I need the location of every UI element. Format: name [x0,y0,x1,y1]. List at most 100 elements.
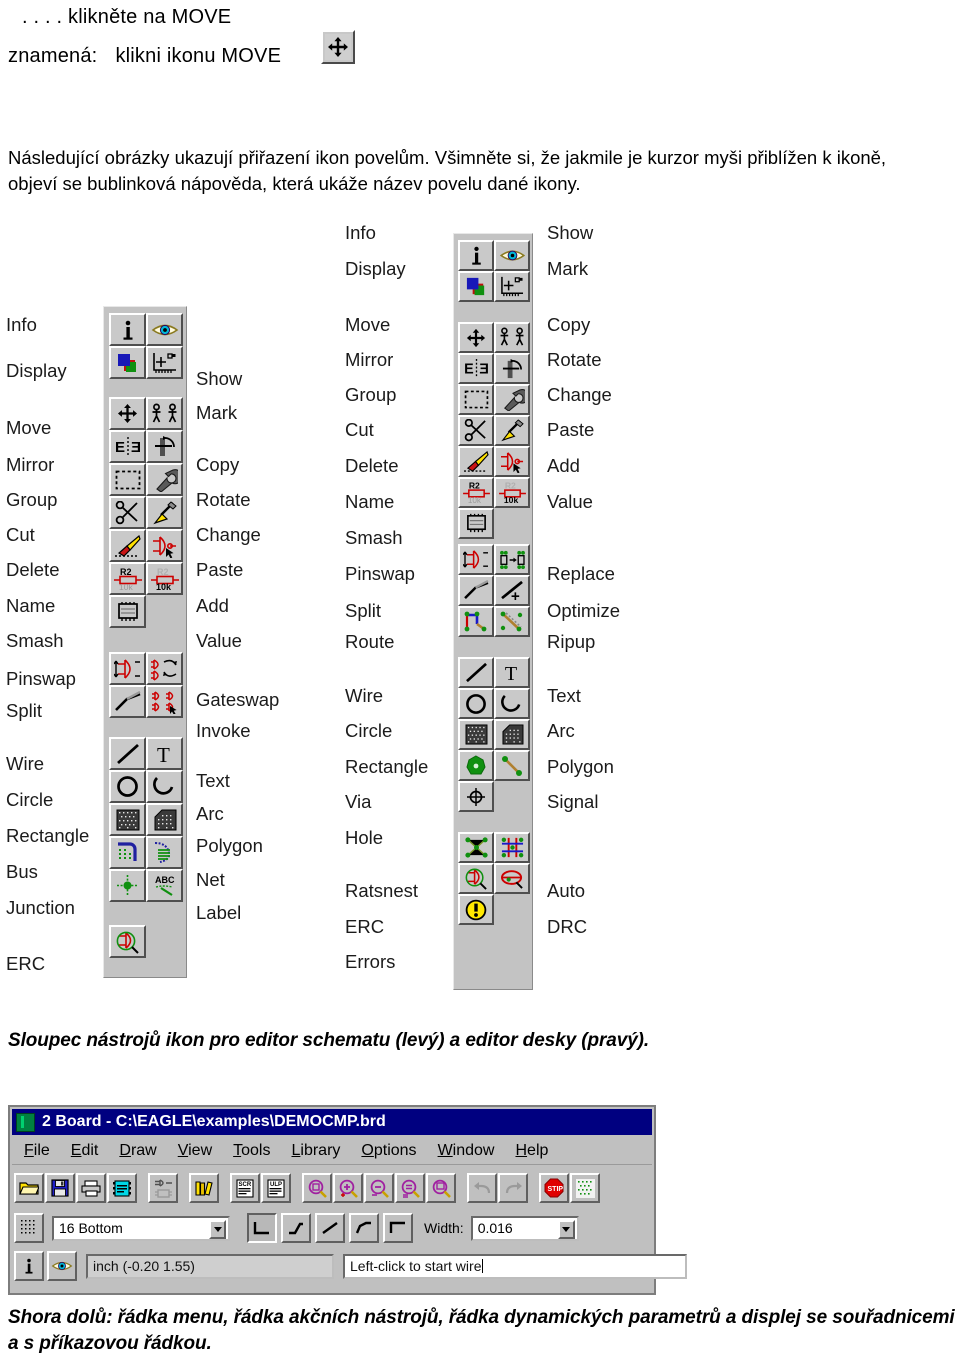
menu-edit[interactable]: Edit [71,1142,99,1160]
sch-junction-button[interactable] [109,869,146,902]
brd-info-button[interactable] [458,240,494,271]
brd-move-button[interactable] [458,322,494,353]
menu-help[interactable]: Help [515,1142,548,1160]
brd-wire-button[interactable] [458,657,494,688]
cam-processor-icon[interactable] [107,1173,137,1203]
ulp-icon[interactable]: ULP [261,1173,291,1203]
menu-file[interactable]: File [24,1142,50,1160]
brd-mark-button[interactable] [494,271,530,302]
sch-wire-button[interactable] [109,737,146,770]
sch-add-button[interactable] [146,529,183,562]
chevron-down-icon[interactable] [209,1219,226,1239]
redo-icon[interactable] [498,1173,528,1203]
undo-icon[interactable] [467,1173,497,1203]
brd-hole-button[interactable] [458,781,494,812]
brd-auto-button[interactable] [494,832,530,863]
brd-delete-button[interactable] [458,446,494,477]
brd-paste-button[interactable] [494,415,530,446]
print-icon[interactable] [76,1173,106,1203]
brd-optimize-button[interactable] [494,575,530,606]
sch-pinswap-button[interactable] [109,652,146,685]
grid-icon[interactable] [570,1173,600,1203]
script-scr-icon[interactable]: SCR [230,1173,260,1203]
sch-show-button[interactable] [146,313,183,346]
sch-polygon-button[interactable] [146,803,183,836]
bend-style-2-button[interactable] [315,1213,345,1243]
menu-tools[interactable]: Tools [233,1142,270,1160]
sch-value-button[interactable]: R2 10k [146,562,183,595]
brd-value-button[interactable]: R2 10k [494,477,530,508]
brd-replace-button[interactable] [494,544,530,575]
bend-style-3-button[interactable] [349,1213,379,1243]
brd-route-button[interactable] [458,606,494,637]
brd-copy-button[interactable] [494,322,530,353]
schematic-board-icon[interactable] [148,1173,178,1203]
brd-pinswap-button[interactable] [458,544,494,575]
sch-change-button[interactable] [146,463,183,496]
menu-draw[interactable]: Draw [119,1142,156,1160]
menu-library[interactable]: Library [291,1142,340,1160]
sch-info-button[interactable] [109,313,146,346]
open-folder-icon[interactable] [14,1173,44,1203]
sch-smash-button[interactable] [109,595,146,628]
command-line-input[interactable]: Left-click to start wire [343,1253,687,1279]
sch-mark-button[interactable] [146,346,183,379]
brd-errors-button[interactable] [458,894,494,925]
brd-cut-button[interactable] [458,415,494,446]
zoom-out-icon[interactable] [364,1173,394,1203]
brd-drc-button[interactable] [494,863,530,894]
stop-icon[interactable]: STIP [539,1173,569,1203]
sch-erc-button[interactable] [109,925,146,958]
menu-view[interactable]: View [178,1142,212,1160]
sch-text-button[interactable]: T [146,737,183,770]
brd-change-button[interactable] [494,384,530,415]
brd-arc-button[interactable] [494,688,530,719]
brd-circle-button[interactable] [458,688,494,719]
grid-settings-icon[interactable] [14,1213,44,1243]
library-icon[interactable] [189,1173,219,1203]
chevron-down-icon[interactable] [557,1219,575,1239]
sch-bus-button[interactable] [109,836,146,869]
sch-gateswap-button[interactable] [146,652,183,685]
brd-add-button[interactable] [494,446,530,477]
bend-style-1-button[interactable] [281,1213,311,1243]
zoom-in-icon[interactable] [333,1173,363,1203]
sch-rotate-button[interactable] [146,430,183,463]
brd-ripup-button[interactable] [494,606,530,637]
sch-delete-button[interactable] [109,529,146,562]
brd-mirror-button[interactable]: EE [458,353,494,384]
sch-mirror-button[interactable]: E E [109,430,146,463]
bend-style-4-button[interactable] [383,1213,413,1243]
sch-invoke-button[interactable] [146,685,183,718]
brd-text-button[interactable]: T [494,657,530,688]
bend-style-0-button[interactable] [247,1213,277,1243]
brd-signal-button[interactable] [494,750,530,781]
brd-display-button[interactable] [458,271,494,302]
brd-split-button[interactable] [458,575,494,606]
status-display-eye-icon[interactable] [47,1251,77,1281]
brd-rotate-button[interactable] [494,353,530,384]
save-disk-icon[interactable] [45,1173,75,1203]
sch-copy-button[interactable] [146,397,183,430]
brd-via-button[interactable] [458,750,494,781]
sch-group-button[interactable] [109,463,146,496]
brd-polygon-button[interactable] [494,719,530,750]
zoom-fit-icon[interactable] [302,1173,332,1203]
layer-select[interactable]: 16 Bottom [52,1215,230,1241]
sch-name-button[interactable]: R2 10k [109,562,146,595]
brd-ratsnest-button[interactable] [458,832,494,863]
sch-circle-button[interactable] [109,770,146,803]
sch-split-button[interactable] [109,685,146,718]
brd-show-button[interactable] [494,240,530,271]
brd-rectangle-button[interactable] [458,719,494,750]
width-select[interactable]: 0.016 [470,1215,579,1241]
zoom-select-icon[interactable] [426,1173,456,1203]
sch-net-button[interactable] [146,836,183,869]
sch-rectangle-button[interactable] [109,803,146,836]
brd-erc-button[interactable] [458,863,494,894]
menu-options[interactable]: Options [361,1142,416,1160]
brd-smash-button[interactable] [458,508,494,539]
brd-group-button[interactable] [458,384,494,415]
menu-window[interactable]: Window [438,1142,495,1160]
status-info-icon[interactable] [14,1251,44,1281]
